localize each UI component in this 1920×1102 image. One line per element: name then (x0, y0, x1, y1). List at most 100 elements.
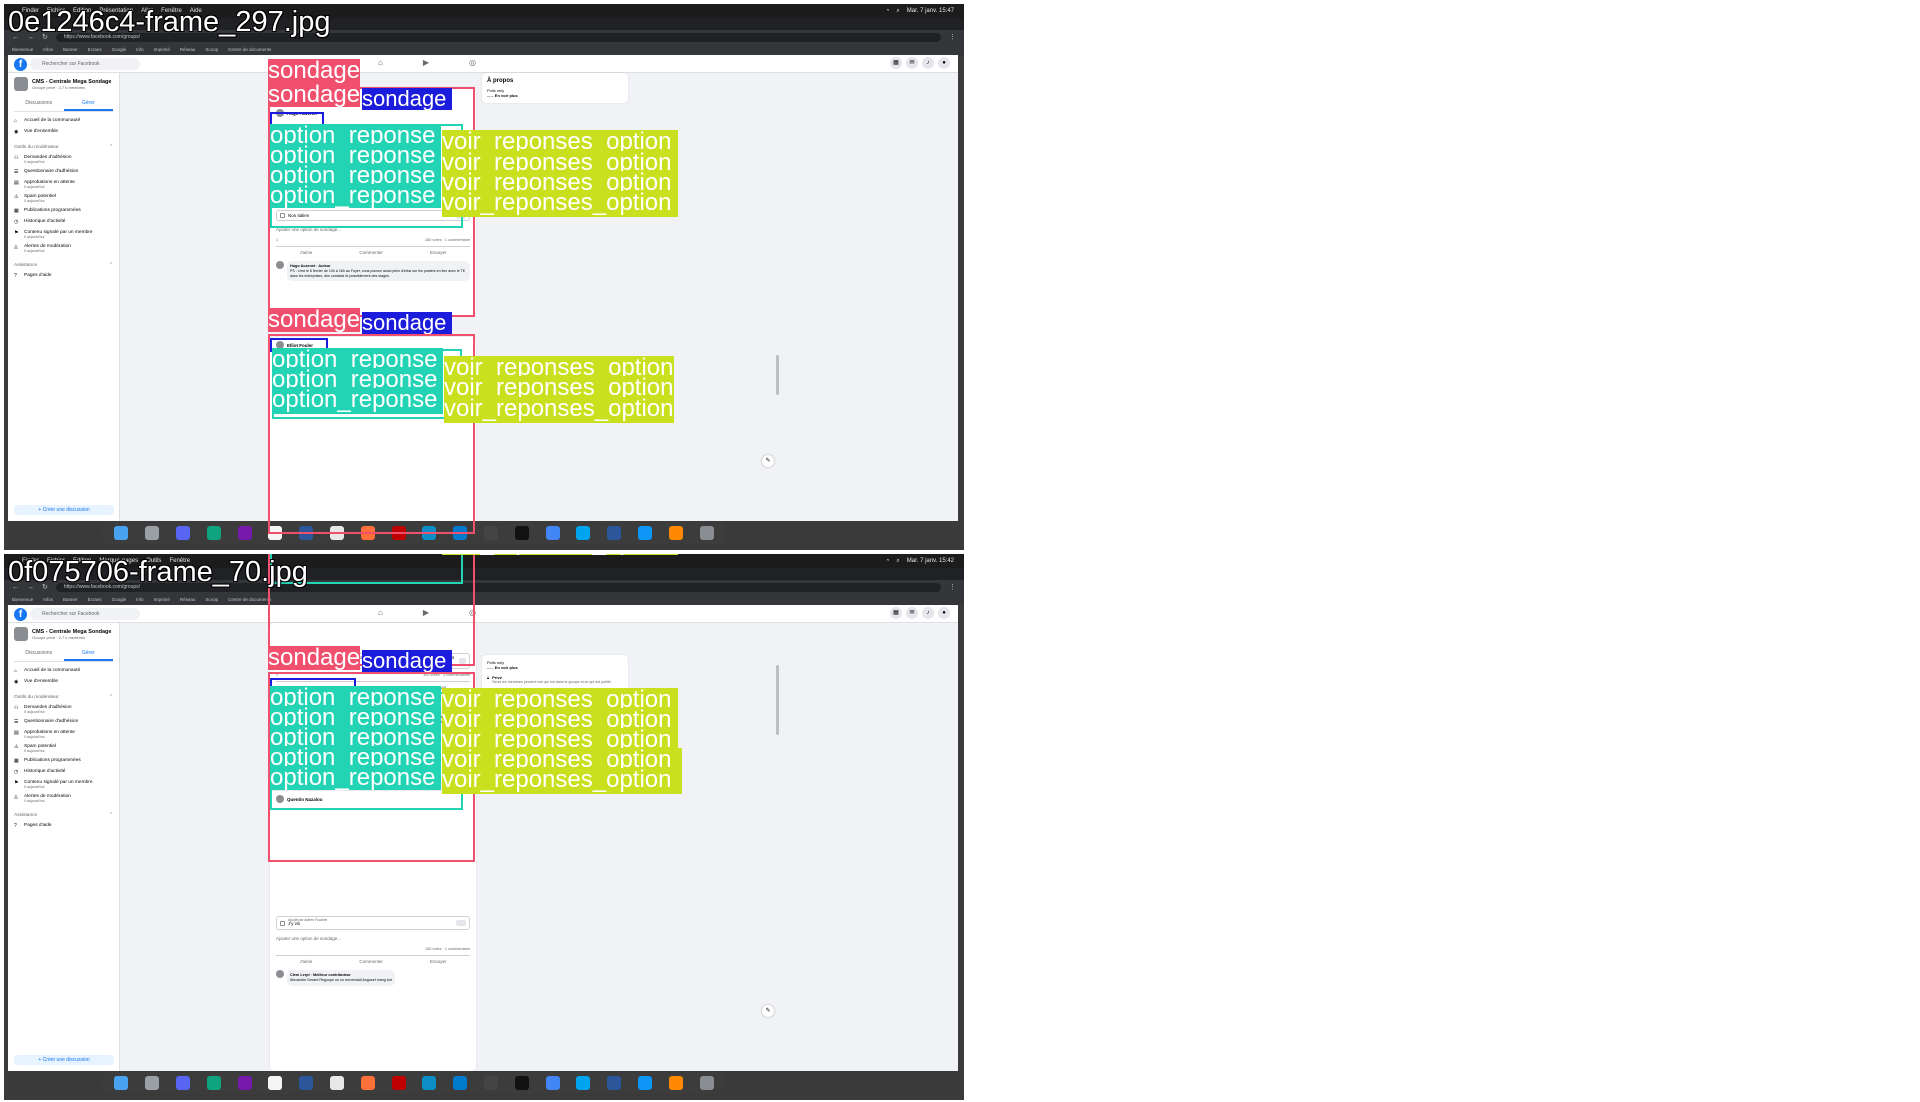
launchpad-icon[interactable] (145, 526, 160, 540)
sidebar-item-membership-requests[interactable]: ⚇ Demandes d'adhésion 0 aujourd'hui (14, 705, 113, 714)
trash-icon[interactable] (699, 1076, 714, 1090)
bookmark-item[interactable]: Google (112, 47, 127, 52)
word-icon[interactable] (607, 1076, 622, 1090)
chrome-icon[interactable] (545, 1076, 560, 1090)
reaction-count[interactable]: 1 (276, 238, 278, 242)
bookmark-item[interactable]: Réseau (180, 597, 196, 602)
create-discussion-button[interactable]: + Créer une discussion (14, 505, 114, 515)
bookmark-item[interactable]: Imprimé (154, 597, 170, 602)
notifications-icon[interactable]: ♪ (922, 607, 934, 619)
appstore-icon[interactable] (637, 526, 652, 540)
sidebar-item-scheduled-posts[interactable]: ▦ Publications programmées (14, 758, 113, 764)
bookmark-item[interactable]: Bienvenue (12, 597, 33, 602)
groups-icon[interactable]: ◎ (469, 608, 476, 617)
page-scrollbar[interactable] (776, 665, 779, 735)
sidebar-item-moderation-alerts[interactable]: ◬ Alertes de modération 0 aujourd'hui (14, 794, 113, 803)
menu-grid-icon[interactable]: ▦ (890, 607, 902, 619)
app-icon[interactable] (483, 1076, 498, 1090)
extensions-icon[interactable]: ⋮ (949, 583, 956, 591)
sidebar-item-pending-approvals[interactable]: ▤ Approbations en attente 0 aujourd'hui (14, 180, 113, 189)
page-scrollbar[interactable] (776, 355, 779, 395)
menubar-clock[interactable]: Mar. 7 janv. 15:47 (907, 8, 954, 14)
vote-comment-count[interactable]: 150 votes · 1 commentaire (425, 947, 470, 951)
avatar[interactable] (276, 970, 284, 978)
avatar[interactable] (276, 261, 284, 269)
firefox-icon[interactable] (360, 1076, 375, 1090)
appstore-icon[interactable] (637, 1076, 652, 1090)
sidebar-item-member-reported[interactable]: ⚑ Contenu signalé par un membre 0 aujourd'… (14, 780, 113, 789)
sidebar-item-membership-questions[interactable]: ☰ Questionnaire d'adhésion (14, 719, 113, 725)
home-icon[interactable]: ⌂ (378, 58, 383, 67)
sidebar-item-membership-requests[interactable]: ⚇ Demandes d'adhésion 0 aujourd'hui (14, 155, 113, 164)
poll-checkbox[interactable] (280, 920, 285, 926)
vote-comment-count[interactable]: 300 votes · 3 commentaires (423, 673, 470, 677)
notes-icon[interactable] (268, 526, 283, 540)
poll-vote-count[interactable] (456, 920, 466, 926)
bookmark-item[interactable]: Scoop (205, 47, 218, 52)
add-poll-option-input[interactable]: Ajouter une option de sondage... (276, 227, 470, 232)
search-icon[interactable]: ⌕ (896, 558, 899, 565)
bookmark-item[interactable]: Infos (43, 597, 53, 602)
sidebar-section-assistance[interactable]: Assistance ⌃ (14, 813, 113, 818)
app-icon[interactable] (576, 1076, 591, 1090)
vscode-icon[interactable] (453, 1076, 468, 1090)
facebook-search-input[interactable]: Rechercher sur Facebook (30, 608, 140, 620)
wifi-icon[interactable]: ◔ (886, 8, 890, 14)
post-author[interactable]: Quentin Nazalou (276, 795, 323, 803)
comment-button[interactable]: Commenter (359, 250, 383, 255)
tab-discussions[interactable]: Discussions (14, 97, 64, 111)
bookmark-item[interactable]: Centre de documents (228, 597, 271, 602)
tab-manage[interactable]: Gérer (63, 647, 113, 661)
like-button[interactable]: J'aime (300, 959, 313, 964)
onenote-icon[interactable] (237, 526, 252, 540)
bookmark-item[interactable]: Ecrans (88, 597, 102, 602)
sidebar-item-moderation-alerts[interactable]: ◬ Alertes de modération 0 aujourd'hui (14, 244, 113, 253)
sidebar-item-scheduled-posts[interactable]: ▦ Publications programmées (14, 208, 113, 214)
group-name[interactable]: CMS - Centrale Mega Sondage (32, 629, 111, 635)
poll-option[interactable]: Non italien (276, 210, 470, 221)
sidebar-item-community-home[interactable]: ⌂ Accueil de la communauté (14, 118, 113, 124)
author-name[interactable]: Hugo Aczenet (287, 111, 317, 116)
chatgpt-icon[interactable] (206, 526, 221, 540)
bookmark-item[interactable]: Banner (63, 597, 78, 602)
launchpad-icon[interactable] (145, 1076, 160, 1090)
send-button[interactable]: Envoyer (430, 959, 447, 964)
sidebar-item-activity-log[interactable]: ◷ Historique d'activité (14, 219, 113, 225)
group-avatar[interactable] (14, 627, 28, 641)
avatar[interactable] (276, 109, 284, 117)
author-name[interactable]: Quentin Nazalou (287, 797, 323, 802)
comment-author[interactable]: Clem Lerpi · Meilleur contributeur (290, 973, 351, 977)
menubar-clock[interactable]: Mar. 7 janv. 15:42 (907, 558, 954, 564)
bookmark-item[interactable]: Info (136, 47, 144, 52)
sidebar-item-help-pages[interactable]: ? Pages d'aide (14, 823, 113, 829)
home-icon[interactable]: ⌂ (378, 608, 383, 617)
menu-grid-icon[interactable]: ▦ (890, 57, 902, 69)
poll-option[interactable]: Ajouté par Adrien Fouchet J'y vis (276, 916, 470, 930)
new-message-icon[interactable]: ✎ (762, 455, 774, 467)
facebook-logo-icon[interactable]: f (14, 58, 27, 71)
like-button[interactable]: J'aime (300, 250, 313, 255)
bookmark-item[interactable]: Bienvenue (12, 47, 33, 52)
bookmark-item[interactable]: Infos (43, 47, 53, 52)
bookmark-item[interactable]: Banner (63, 47, 78, 52)
app-icon[interactable] (329, 526, 344, 540)
vscode-icon[interactable] (453, 526, 468, 540)
app-icon[interactable] (576, 526, 591, 540)
sidebar-item-membership-questions[interactable]: ☰ Questionnaire d'adhésion (14, 169, 113, 175)
poll-vote-count[interactable] (458, 658, 466, 664)
video-icon[interactable]: ▶ (423, 608, 429, 617)
poll-checkbox[interactable] (280, 213, 285, 218)
facebook-search-input[interactable]: Rechercher sur Facebook (30, 58, 140, 70)
see-more-link[interactable]: ...... En voir plus (487, 665, 623, 670)
terminal-icon[interactable] (514, 1076, 529, 1090)
group-avatar[interactable] (14, 77, 28, 91)
tab-discussions[interactable]: Discussions (14, 647, 64, 661)
sidebar-item-overview[interactable]: ◉ Vue d'ensemble (14, 679, 113, 685)
filezilla-icon[interactable] (391, 526, 406, 540)
discord-icon[interactable] (175, 1076, 190, 1090)
app-icon[interactable] (483, 526, 498, 540)
sidebar-item-pending-approvals[interactable]: ▤ Approbations en attente 0 aujourd'hui (14, 730, 113, 739)
facebook-logo-icon[interactable]: f (14, 608, 27, 621)
bookmark-item[interactable]: Ecrans (88, 47, 102, 52)
post-author[interactable]: Hugo Aczenet (276, 109, 317, 117)
